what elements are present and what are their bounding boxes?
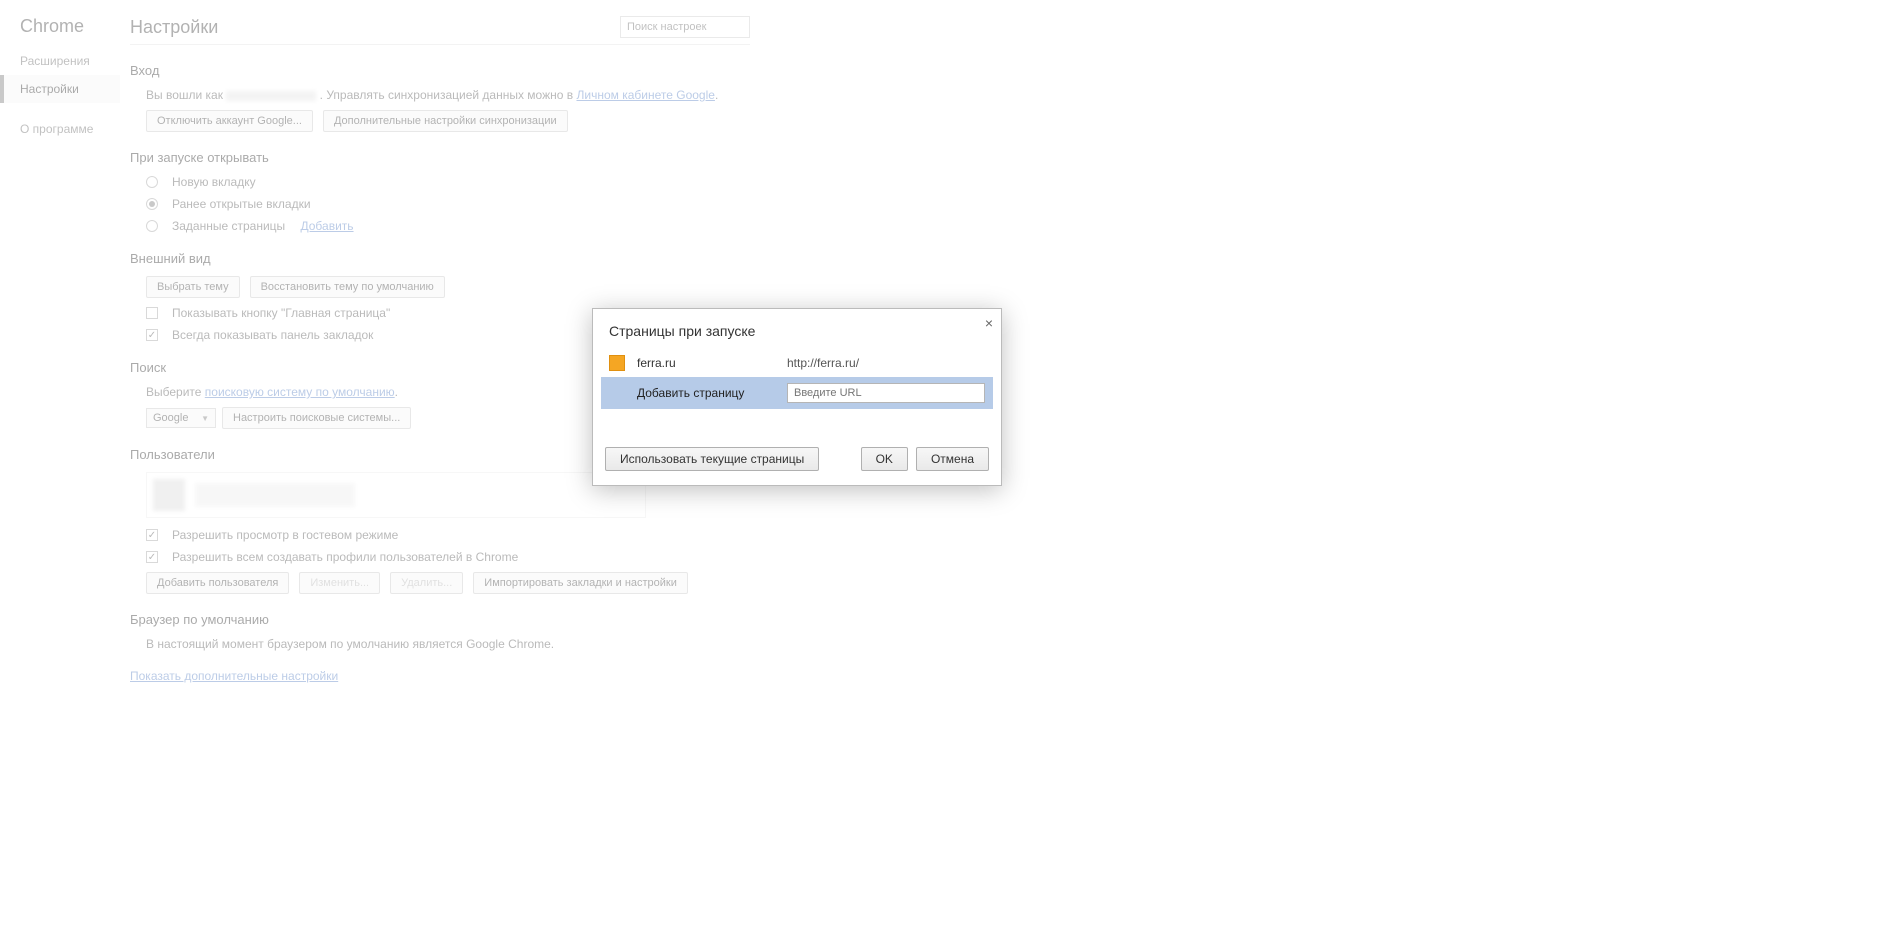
ok-button[interactable]: OK bbox=[861, 447, 908, 471]
close-icon[interactable]: × bbox=[985, 315, 993, 331]
add-page-label: Добавить страницу bbox=[609, 386, 787, 400]
add-page-row: Добавить страницу bbox=[601, 377, 993, 409]
add-page-url-input[interactable] bbox=[787, 383, 985, 403]
startup-page-name: ferra.ru bbox=[637, 356, 787, 370]
use-current-pages-button[interactable]: Использовать текущие страницы bbox=[605, 447, 819, 471]
startup-page-url: http://ferra.ru/ bbox=[787, 356, 859, 370]
startup-pages-dialog: Страницы при запуске × ferra.ru http://f… bbox=[592, 308, 1002, 486]
site-favicon-icon bbox=[609, 355, 625, 371]
startup-page-row[interactable]: ferra.ru http://ferra.ru/ bbox=[601, 349, 993, 377]
dialog-title: Страницы при запуске bbox=[609, 323, 755, 339]
cancel-button[interactable]: Отмена bbox=[916, 447, 989, 471]
